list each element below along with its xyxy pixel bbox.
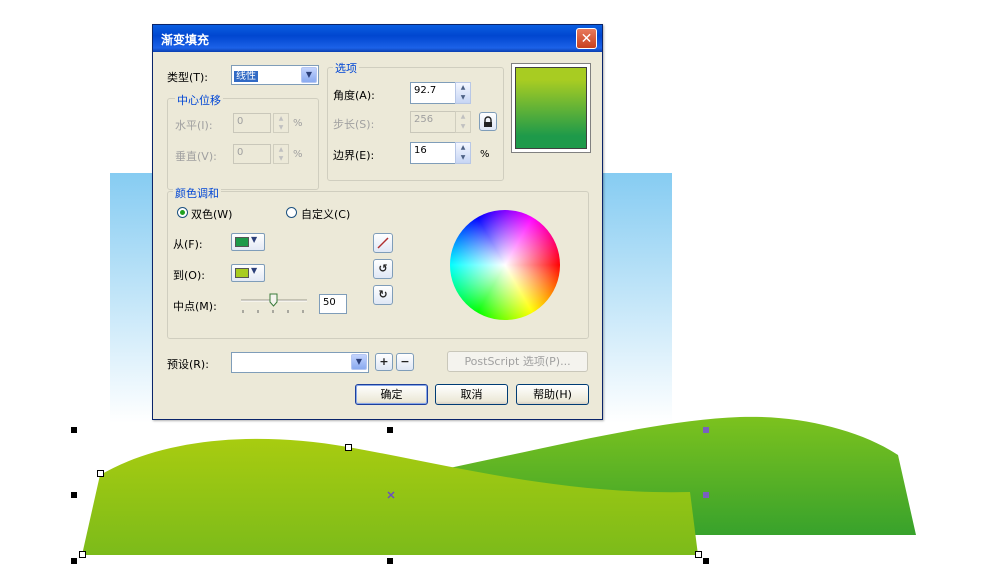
selection-handle-bottom-center[interactable] <box>387 558 393 564</box>
from-color-swatch <box>235 237 249 247</box>
node-handle[interactable] <box>97 470 104 477</box>
from-color-picker[interactable]: ▼ <box>231 233 265 251</box>
midpoint-input[interactable]: 50 <box>319 294 347 314</box>
cancel-button[interactable]: 取消 <box>435 384 508 405</box>
custom-label[interactable]: 自定义(C) <box>301 206 350 222</box>
cw-blend-button[interactable]: ↻ <box>373 285 393 305</box>
counterclockwise-arrow-icon: ↺ <box>378 262 388 275</box>
two-color-label[interactable]: 双色(W) <box>191 206 232 222</box>
close-button[interactable]: ✕ <box>576 28 597 49</box>
remove-preset-button[interactable]: − <box>396 353 414 371</box>
direct-blend-button[interactable] <box>373 233 393 253</box>
midpoint-label: 中点(M): <box>173 300 217 313</box>
dialog-title: 渐变填充 <box>161 33 210 47</box>
gradient-preview <box>515 67 587 149</box>
selection-handle-top-left[interactable] <box>71 427 77 433</box>
to-color-picker[interactable]: ▼ <box>231 264 265 282</box>
two-color-radio[interactable] <box>177 207 188 218</box>
selection-handle-top-center[interactable] <box>387 427 393 433</box>
edge-unit: % <box>480 149 490 160</box>
options-title: 选项 <box>333 60 359 76</box>
steps-spinner[interactable]: ▲ ▼ <box>455 111 471 133</box>
type-selected-value: 线性 <box>234 71 258 82</box>
center-offset-title: 中心位移 <box>175 92 223 108</box>
angle-spinner[interactable]: ▲ ▼ <box>455 82 471 104</box>
gradient-preview-frame[interactable] <box>511 63 591 153</box>
ccw-blend-button[interactable]: ↺ <box>373 259 393 279</box>
to-color-swatch <box>235 268 249 278</box>
type-label: 类型(T): <box>167 71 209 84</box>
plus-icon: + <box>379 355 389 368</box>
title-bar[interactable]: 渐变填充 ✕ <box>153 25 602 52</box>
steps-lock-button[interactable] <box>479 112 497 131</box>
edge-input[interactable]: 16 <box>410 142 456 164</box>
horizontal-unit: % <box>293 118 303 129</box>
diagonal-line-icon <box>377 237 389 249</box>
node-handle[interactable] <box>79 551 86 558</box>
selection-handle-middle-right[interactable] <box>703 492 709 498</box>
custom-radio[interactable] <box>286 207 297 218</box>
fountain-fill-dialog: 渐变填充 ✕ 类型(T): 线性 ▼ 中心位移 水平(I): 0 ▲ ▼ % 垂直… <box>152 24 603 420</box>
node-handle[interactable] <box>345 444 352 451</box>
chevron-down-icon: ▼ <box>251 266 258 275</box>
to-label: 到(O): <box>173 269 205 282</box>
ok-button[interactable]: 确定 <box>355 384 428 405</box>
edge-spinner[interactable]: ▲ ▼ <box>455 142 471 164</box>
midpoint-slider[interactable] <box>239 291 309 315</box>
horizontal-label: 水平(I): <box>175 119 213 132</box>
color-blend-title: 颜色调和 <box>173 185 221 201</box>
vertical-label: 垂直(V): <box>175 150 217 163</box>
close-icon: ✕ <box>580 31 593 47</box>
angle-input[interactable]: 92.7 <box>410 82 456 104</box>
lock-icon <box>484 116 492 127</box>
help-button[interactable]: 帮助(H) <box>516 384 589 405</box>
steps-label: 步长(S): <box>333 118 375 131</box>
vertical-input[interactable]: 0 <box>233 144 271 164</box>
selection-handle-middle-left[interactable] <box>71 492 77 498</box>
selection-handle-bottom-right[interactable] <box>703 558 709 564</box>
chevron-down-icon: ▼ <box>251 235 258 244</box>
presets-select[interactable]: ▼ <box>231 352 369 373</box>
angle-label: 角度(A): <box>333 89 375 102</box>
edge-label: 边界(E): <box>333 149 375 162</box>
clockwise-arrow-icon: ↻ <box>378 288 388 301</box>
selection-handle-bottom-left[interactable] <box>71 558 77 564</box>
vertical-unit: % <box>293 149 303 160</box>
steps-input[interactable]: 256 <box>410 111 456 133</box>
postscript-options-button[interactable]: PostScript 选项(P)... <box>447 351 588 372</box>
add-preset-button[interactable]: + <box>375 353 393 371</box>
slider-thumb[interactable] <box>269 293 278 307</box>
selection-handle-top-right[interactable] <box>703 427 709 433</box>
radio-dot <box>180 210 185 215</box>
horizontal-spinner[interactable]: ▲ ▼ <box>273 113 289 133</box>
color-wheel[interactable] <box>450 210 560 320</box>
minus-icon: − <box>400 355 410 368</box>
node-handle[interactable] <box>695 551 702 558</box>
chevron-down-icon: ▼ <box>301 67 317 83</box>
presets-label: 预设(R): <box>167 358 209 371</box>
chevron-down-icon: ▼ <box>351 354 367 370</box>
horizontal-input[interactable]: 0 <box>233 113 271 133</box>
type-select[interactable]: 线性 ▼ <box>231 65 319 85</box>
vertical-spinner[interactable]: ▲ ▼ <box>273 144 289 164</box>
from-label: 从(F): <box>173 238 203 251</box>
